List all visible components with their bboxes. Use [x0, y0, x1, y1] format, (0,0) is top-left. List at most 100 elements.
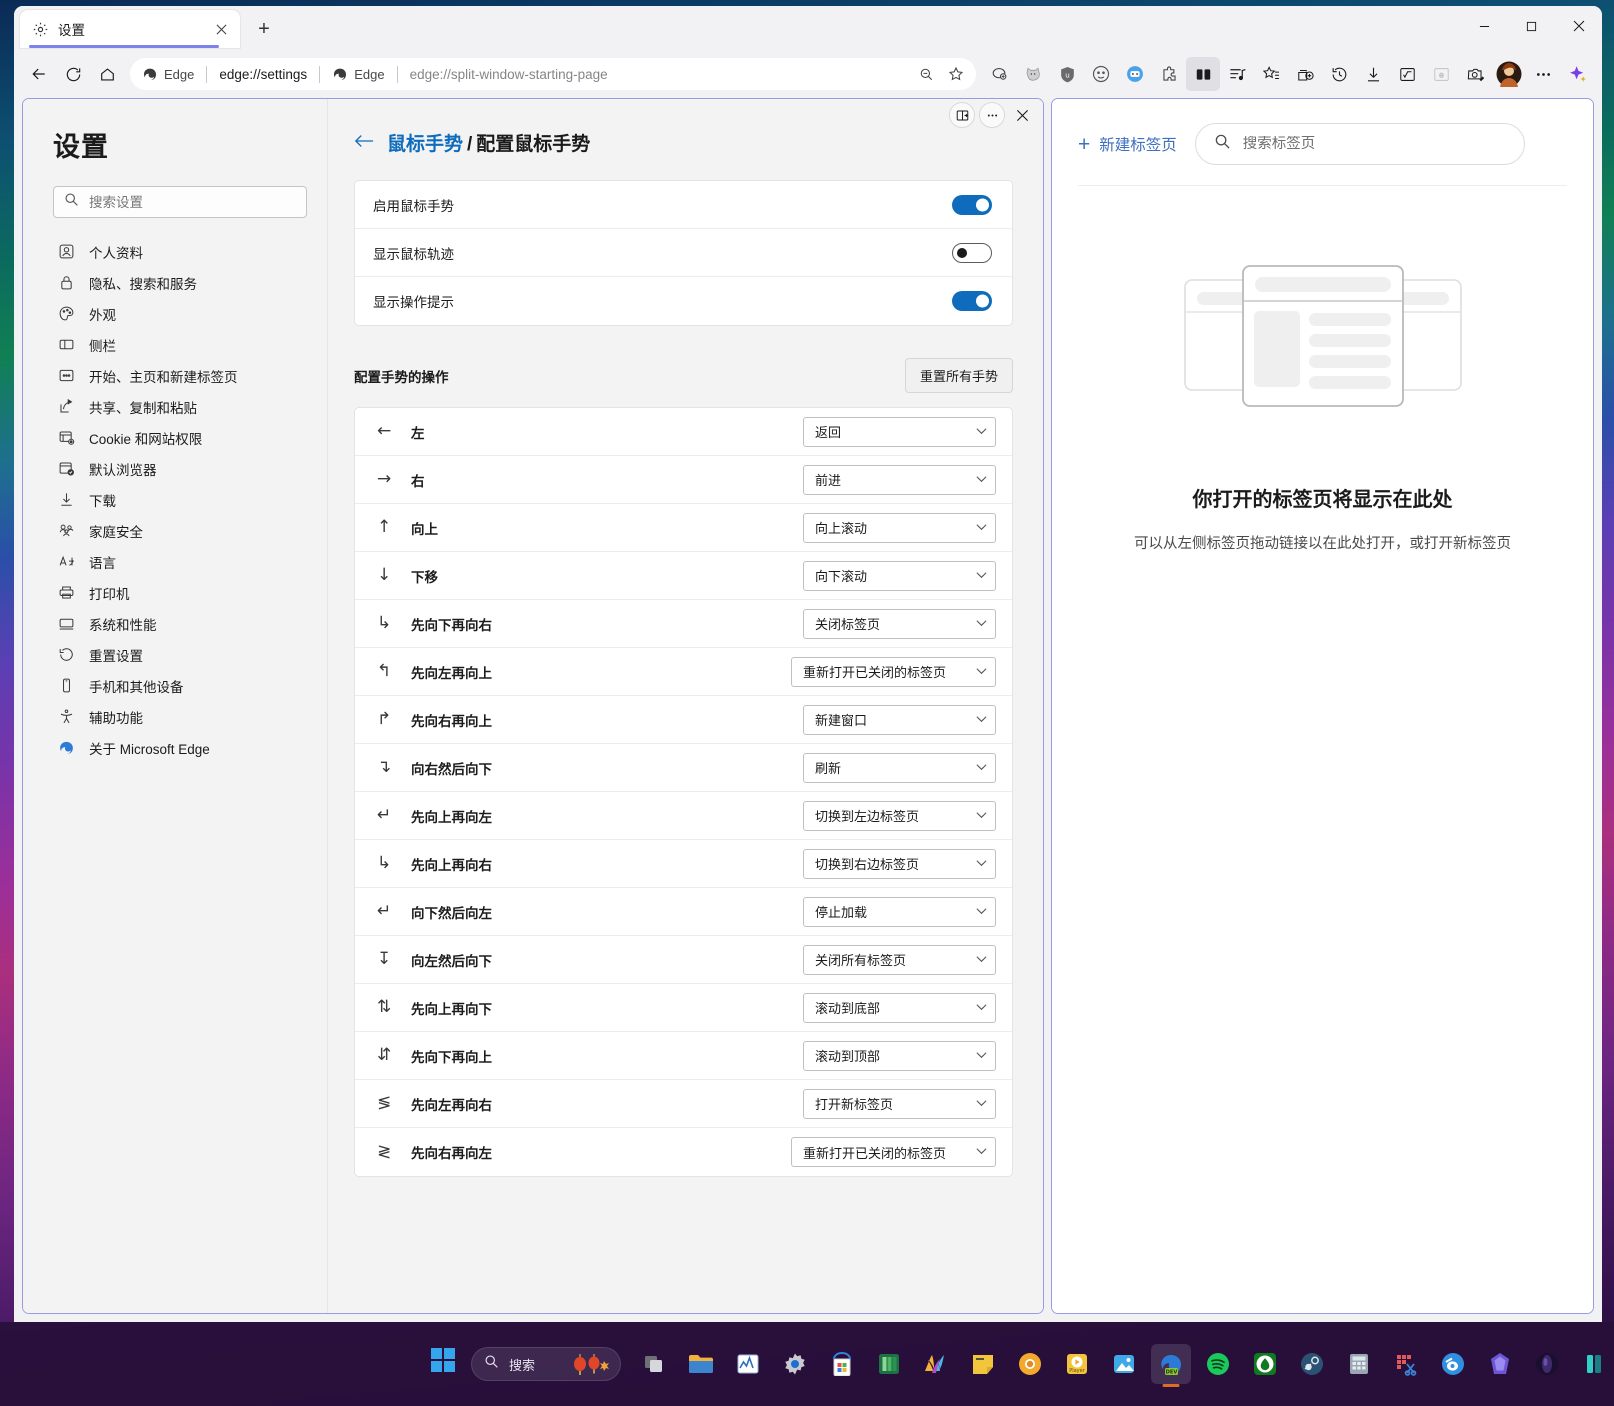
cat-extension-icon[interactable]: [1016, 57, 1050, 91]
search-settings-box[interactable]: [53, 186, 307, 218]
plus-icon[interactable]: +: [248, 13, 280, 45]
settings-gear-icon[interactable]: [775, 1344, 815, 1384]
home-icon[interactable]: [90, 57, 124, 91]
gesture-action-select[interactable]: 切换到左边标签页: [803, 800, 996, 831]
gesture-action-select[interactable]: 重新打开已关闭的标签页: [791, 656, 996, 687]
sidebar-item-17[interactable]: 关于 Microsoft Edge: [53, 732, 307, 763]
search-input[interactable]: [89, 194, 296, 210]
performance-monitor-icon[interactable]: [728, 1344, 768, 1384]
tab-search-box[interactable]: [1194, 123, 1525, 165]
back-arrow-icon[interactable]: [354, 133, 374, 152]
sidebar-item-5[interactable]: 开始、主页和新建标签页: [53, 360, 307, 391]
blender-icon[interactable]: [1433, 1344, 1473, 1384]
snipping-tool-icon[interactable]: [1386, 1344, 1426, 1384]
media-player-icon[interactable]: Player: [1057, 1344, 1097, 1384]
gesture-action-select[interactable]: 向上滚动: [803, 512, 996, 543]
sidebar-item-7[interactable]: Cookie 和网站权限: [53, 422, 307, 453]
sidebar-item-10[interactable]: 家庭安全: [53, 515, 307, 546]
gesture-action-select[interactable]: 返回: [803, 416, 996, 447]
more-settings-icon[interactable]: [1526, 57, 1560, 91]
sidebar-item-3[interactable]: 外观: [53, 298, 307, 329]
excel-icon[interactable]: [869, 1344, 909, 1384]
chrome-icon[interactable]: [1010, 1344, 1050, 1384]
profile-avatar[interactable]: [1492, 57, 1526, 91]
toggle-switch[interactable]: [952, 242, 992, 263]
sidebar-item-12[interactable]: 打印机: [53, 577, 307, 608]
reset-all-gestures-button[interactable]: 重置所有手势: [904, 358, 1013, 393]
sidebar-item-11[interactable]: 语言: [53, 546, 307, 577]
split-screen-icon[interactable]: [1186, 57, 1220, 91]
minimize-icon[interactable]: [1461, 6, 1508, 46]
browser-tab[interactable]: 设置: [20, 10, 240, 48]
gesture-action-select[interactable]: 滚动到顶部: [803, 1040, 996, 1071]
steam-icon[interactable]: [1292, 1344, 1332, 1384]
blue-robot-extension-icon[interactable]: [1118, 57, 1152, 91]
obsidian-icon[interactable]: [1480, 1344, 1520, 1384]
playlist-icon[interactable]: [1220, 57, 1254, 91]
sticky-notes-icon[interactable]: [963, 1344, 1003, 1384]
sidebar-item-6[interactable]: 共享、复制和粘贴: [53, 391, 307, 422]
breadcrumb-parent[interactable]: 鼠标手势: [387, 134, 463, 155]
gesture-action-select[interactable]: 刷新: [803, 752, 996, 783]
task-view-icon[interactable]: [634, 1344, 674, 1384]
gesture-action-select[interactable]: 向下滚动: [803, 560, 996, 591]
refresh-icon[interactable]: [56, 57, 90, 91]
close-icon[interactable]: [210, 18, 232, 40]
windows-start-icon[interactable]: [430, 1347, 464, 1381]
downloads-icon[interactable]: [1356, 57, 1390, 91]
address-bar[interactable]: Edge edge://settings Edge edge://split-w…: [130, 58, 976, 90]
sidebar-item-2[interactable]: 隐私、搜索和服务: [53, 267, 307, 298]
gesture-action-select[interactable]: 切换到右边标签页: [803, 848, 996, 879]
sidebar-item-14[interactable]: 重置设置: [53, 639, 307, 670]
ublock-origin-icon[interactable]: u: [1050, 57, 1084, 91]
new-tab-link[interactable]: + 新建标签页: [1078, 133, 1177, 155]
sidebar-item-9[interactable]: 下载: [53, 484, 307, 515]
monkey-extension-icon[interactable]: [1084, 57, 1118, 91]
close-icon[interactable]: [1009, 102, 1035, 128]
star-add-icon[interactable]: [942, 60, 970, 88]
calculator-icon[interactable]: [1339, 1344, 1379, 1384]
sidebar-item-16[interactable]: 辅助功能: [53, 701, 307, 732]
dark-orb-icon[interactable]: [1527, 1344, 1567, 1384]
toggle-switch[interactable]: [952, 194, 992, 215]
back-arrow-icon[interactable]: [22, 57, 56, 91]
sidebar-item-15[interactable]: 手机和其他设备: [53, 670, 307, 701]
history-icon[interactable]: [1322, 57, 1356, 91]
split-layout-icon[interactable]: [949, 102, 975, 128]
gesture-action-select[interactable]: 停止加载: [803, 896, 996, 927]
gesture-action-select[interactable]: 重新打开已关闭的标签页: [791, 1137, 996, 1167]
taskbar-search[interactable]: 搜索: [471, 1347, 621, 1381]
copilot-badge-icon[interactable]: [982, 57, 1016, 91]
screenshot-icon[interactable]: [1458, 57, 1492, 91]
gesture-action-select[interactable]: 关闭标签页: [803, 608, 996, 639]
sidebar-item-4[interactable]: 侧栏: [53, 329, 307, 360]
gesture-action-select[interactable]: 新建窗口: [803, 704, 996, 735]
microsoft-store-icon[interactable]: [822, 1344, 862, 1384]
collections-star-icon[interactable]: [1254, 57, 1288, 91]
xbox-icon[interactable]: [1245, 1344, 1285, 1384]
more-dots-icon[interactable]: [979, 102, 1005, 128]
tab-search-input[interactable]: [1242, 136, 1506, 152]
photos-icon[interactable]: [1104, 1344, 1144, 1384]
edge-dev-icon[interactable]: DEV: [1151, 1344, 1191, 1387]
address-segment-left[interactable]: Edge edge://settings: [142, 65, 307, 83]
math-solver-icon[interactable]: [1390, 57, 1424, 91]
windows-mail-icon[interactable]: [916, 1344, 956, 1384]
gesture-action-select[interactable]: 前进: [803, 464, 996, 495]
zoom-out-icon[interactable]: [912, 60, 940, 88]
address-segment-right[interactable]: Edge edge://split-window-starting-page: [332, 65, 608, 83]
gesture-action-select[interactable]: 打开新标签页: [803, 1088, 996, 1119]
gesture-action-select[interactable]: 关闭所有标签页: [803, 944, 996, 975]
sidebar-item-8[interactable]: 默认浏览器: [53, 453, 307, 484]
add-tab-group-icon[interactable]: [1288, 57, 1322, 91]
toggle-switch[interactable]: [952, 291, 992, 311]
close-icon[interactable]: [1555, 6, 1602, 46]
file-explorer-icon[interactable]: [681, 1344, 721, 1384]
puzzle-extensions-icon[interactable]: [1152, 57, 1186, 91]
gesture-action-select[interactable]: 滚动到底部: [803, 992, 996, 1023]
sidebar-item-13[interactable]: 系统和性能: [53, 608, 307, 639]
sidebar-item-1[interactable]: 个人资料: [53, 236, 307, 267]
maximize-icon[interactable]: [1508, 6, 1555, 46]
teal-app-icon[interactable]: [1574, 1344, 1614, 1384]
spotify-icon[interactable]: [1198, 1344, 1238, 1384]
